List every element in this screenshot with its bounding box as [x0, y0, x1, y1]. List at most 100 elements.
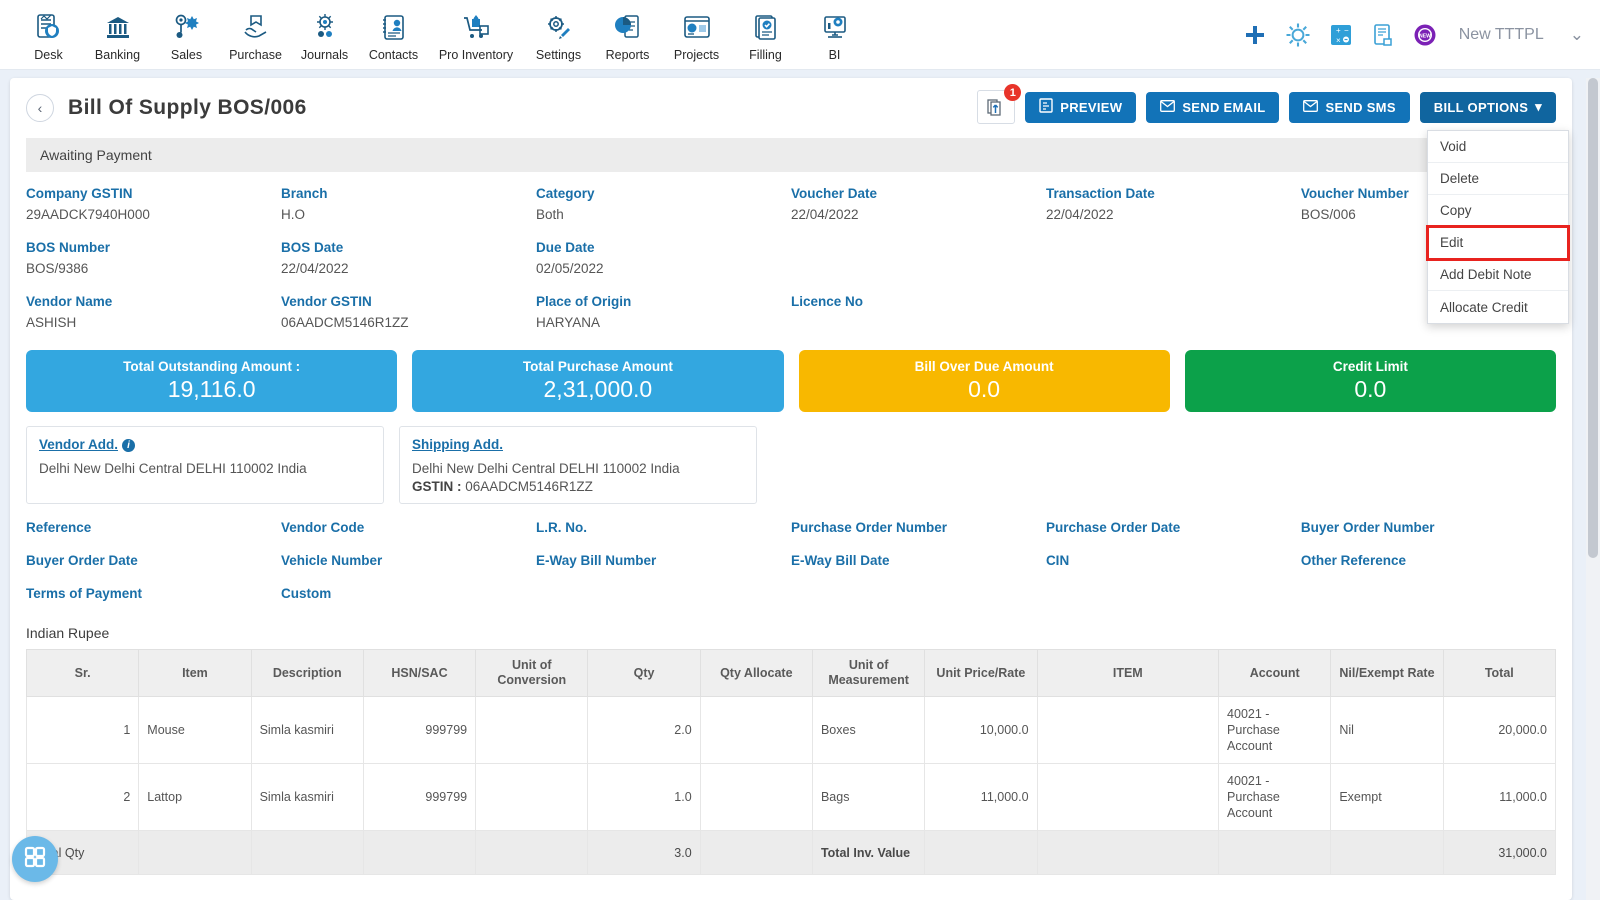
nav-item-label: Pro Inventory — [438, 48, 514, 62]
nav-item-label: Desk — [34, 48, 63, 62]
attachment-button[interactable]: 1 — [977, 84, 1022, 124]
col-account: Account — [1218, 649, 1332, 697]
gstin-value: 06AADCM5146R1ZZ — [465, 479, 593, 494]
plus-icon[interactable] — [1243, 23, 1267, 47]
field-empty — [1046, 292, 1301, 346]
bill-options-button[interactable]: BILL OPTIONS ▾ — [1419, 91, 1556, 123]
field-row-3: Vendor Name ASHISH Vendor GSTIN 06AADCM5… — [26, 292, 1556, 346]
field-label: Vendor Name — [26, 294, 113, 309]
gear-icon[interactable] — [1285, 22, 1311, 48]
field-transaction-date: Transaction Date 22/04/2022 — [1046, 184, 1301, 238]
contacts-icon — [379, 11, 409, 45]
menu-item-delete[interactable]: Delete — [1428, 163, 1568, 195]
cell-account: 40021 - Purchase Account — [1218, 696, 1332, 764]
cell-total-qty-value: 3.0 — [587, 830, 701, 875]
field-licence-no: Licence No — [791, 292, 1046, 346]
field-vendor-gstin: Vendor GSTIN 06AADCM5146R1ZZ — [281, 292, 536, 346]
notes-icon[interactable] — [1371, 23, 1395, 47]
nav-item-banking[interactable]: Banking — [83, 7, 152, 62]
cell-total-inv-label: Total Inv. Value — [811, 830, 926, 875]
cell-qty: 2.0 — [587, 696, 701, 764]
page-scrollbar[interactable] — [1586, 78, 1600, 900]
reference-fields: Reference Vendor Code L.R. No. Purchase … — [10, 504, 1572, 619]
field-category: Category Both — [536, 184, 791, 238]
field-place-of-origin: Place of Origin HARYANA — [536, 292, 791, 346]
organization-name[interactable]: New TTTPL — [1459, 26, 1544, 44]
nav-item-filling[interactable]: Filling — [731, 7, 800, 62]
nav-item-reports[interactable]: Reports — [593, 7, 662, 62]
nav-item-contacts[interactable]: Contacts — [359, 7, 428, 62]
back-button[interactable]: ‹ — [26, 94, 54, 122]
nav-item-label: Reports — [605, 48, 650, 62]
field-branch: Branch H.O — [281, 184, 536, 238]
shipping-address-link[interactable]: Shipping Add. — [412, 437, 503, 452]
menu-item-add-debit-note[interactable]: Add Debit Note — [1428, 259, 1568, 291]
vendor-address-link[interactable]: Vendor Add. — [39, 437, 118, 452]
page-header: ‹ Bill Of Supply BOS/006 1 PREVIEW SEND … — [10, 78, 1572, 138]
status-text: Awaiting Payment — [40, 147, 152, 163]
field-label: Due Date — [535, 240, 595, 255]
cell-description: Simla kasmiri — [250, 696, 364, 764]
nav-item-sales[interactable]: Sales — [152, 7, 221, 62]
cell-account: 40021 - Purchase Account — [1218, 763, 1332, 831]
vendor-address-box: Vendor Add. i Delhi New Delhi Central DEL… — [26, 426, 384, 504]
field-label: BOS Date — [280, 240, 344, 255]
cell-hsn-sac: 999799 — [362, 696, 477, 764]
menu-item-edit[interactable]: Edit — [1426, 225, 1570, 261]
nav-item-journals[interactable]: Journals — [290, 7, 359, 62]
field-label: Place of Origin — [535, 294, 632, 309]
col-total: Total — [1442, 649, 1557, 697]
field-label: Transaction Date — [1045, 186, 1155, 201]
send-sms-label: SEND SMS — [1325, 99, 1396, 115]
col-description: Description — [250, 649, 364, 697]
nav-item-label: BI — [828, 48, 841, 62]
cell-unit-of-measurement: Bags — [811, 763, 926, 831]
cell-blank — [1218, 830, 1332, 875]
table-total-row: Total Qty 3.0 Total Inv. Value 31,000.0 — [25, 830, 1557, 875]
cell-blank — [1036, 830, 1220, 875]
apps-launcher-button[interactable] — [12, 836, 58, 882]
ref-purchase-order-number: Purchase Order Number — [791, 520, 1046, 553]
cell-hsn-sac: 999799 — [362, 763, 477, 831]
send-sms-button[interactable]: SEND SMS — [1289, 91, 1410, 123]
field-value: 22/04/2022 — [1045, 207, 1114, 222]
nav-item-settings[interactable]: Settings — [524, 7, 593, 62]
currency-label: Indian Rupee — [26, 625, 110, 641]
scrollbar-thumb[interactable] — [1588, 78, 1598, 558]
calculator-icon[interactable]: + − × — [1329, 23, 1353, 47]
menu-item-allocate-credit[interactable]: Allocate Credit — [1428, 291, 1568, 323]
new-badge-icon[interactable]: NEW — [1413, 23, 1437, 47]
journals-icon — [310, 11, 340, 45]
col-item: Item — [138, 649, 252, 697]
ref-buyer-order-number: Buyer Order Number — [1301, 520, 1556, 553]
nav-item-projects[interactable]: Projects — [662, 7, 731, 62]
nav-item-desk[interactable]: Desk — [14, 7, 83, 62]
attachment-icon — [987, 99, 1001, 116]
cell-blank — [138, 830, 252, 875]
cell-item[interactable]: Mouse — [138, 696, 252, 764]
preview-icon — [1039, 98, 1053, 116]
nav-item-purchase[interactable]: Purchase — [221, 7, 290, 62]
card-total-outstanding-amount: Total Outstanding Amount : 19,116.0 — [26, 350, 398, 412]
menu-item-copy[interactable]: Copy — [1428, 195, 1568, 227]
envelope-icon — [1303, 99, 1319, 115]
card-value: 0.0 — [968, 376, 1001, 402]
info-icon[interactable]: i — [122, 439, 136, 452]
field-due-date: Due Date 02/05/2022 — [536, 238, 791, 292]
cell-item2 — [1036, 763, 1220, 831]
chevron-down-icon[interactable]: ⌄ — [1570, 25, 1584, 45]
svg-text:NEW: NEW — [1419, 33, 1431, 39]
cell-item[interactable]: Lattop — [138, 763, 252, 831]
menu-item-void[interactable]: Void — [1428, 131, 1568, 163]
card-total-purchase-amount: Total Purchase Amount 2,31,000.0 — [412, 350, 784, 412]
items-table-wrapper: Sr. Item Description HSN/SAC Unit of Con… — [10, 649, 1572, 875]
nav-item-label: Purchase — [229, 48, 282, 62]
preview-button[interactable]: PREVIEW — [1025, 91, 1137, 123]
send-email-button[interactable]: SEND EMAIL — [1146, 91, 1280, 123]
nav-item-label: Sales — [170, 48, 203, 62]
nav-item-label: Contacts — [368, 48, 419, 62]
bank-icon — [103, 11, 133, 45]
nav-item-pro-inventory[interactable]: Pro Inventory — [428, 7, 524, 62]
nav-item-bi[interactable]: BI — [800, 7, 869, 62]
page-title: Bill Of Supply BOS/006 — [68, 96, 307, 119]
